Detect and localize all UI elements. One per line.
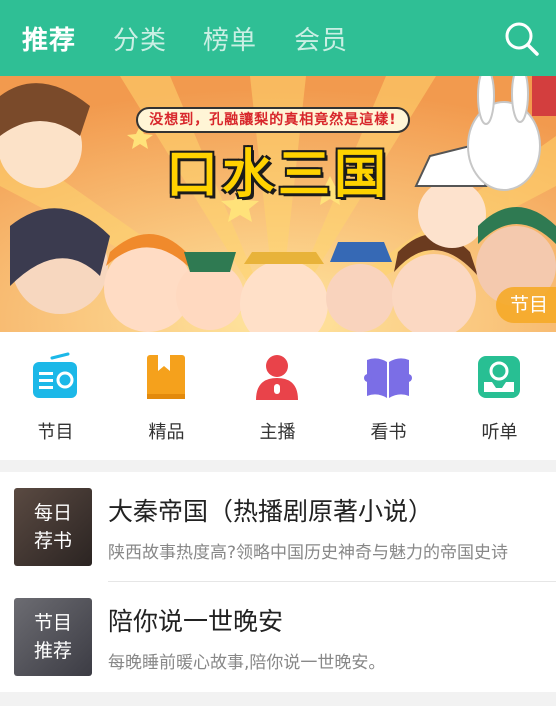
list-item[interactable]: 每日 荐书 大秦帝国（热播剧原著小说） 陕西故事热度高?领略中国历史神奇与魅力的… [0,472,556,582]
nav-item-premium[interactable]: 精品 [111,332,222,460]
nav-label-playlists: 听单 [481,422,518,443]
nav-item-read[interactable]: 看书 [333,332,444,460]
anchor-person-icon [252,352,302,402]
list-item-title: 大秦帝国（热播剧原著小说） [108,497,434,526]
nav-label-hosts: 主播 [259,422,296,443]
playlist-tray-icon [474,352,524,402]
thumb-line-2: 荐书 [33,530,72,552]
nav-label-premium: 精品 [148,422,185,443]
thumb-line-1: 每日 [33,502,72,524]
promo-banner[interactable]: 没想到，孔融讓梨的真相竟然是這樣! 口水三国 节目 [0,76,556,332]
banner-tag: 节目 [495,287,556,323]
list-item[interactable]: 节目 推荐 陪你说一世晚安 每晚睡前暖心故事,陪你说一世晚安。 [0,582,556,692]
open-book-icon [363,352,413,402]
radio-icon [30,352,80,402]
nav-item-playlists[interactable]: 听单 [444,332,555,460]
tab-member[interactable]: 会员 [294,20,348,57]
category-nav: 节目 精品 主播 看书 听单 [0,332,556,460]
nav-label-programs: 节目 [37,422,74,443]
tab-recommend[interactable]: 推荐 [22,20,76,57]
recommend-list: 每日 荐书 大秦帝国（热播剧原著小说） 陕西故事热度高?领略中国历史神奇与魅力的… [0,472,556,692]
nav-label-read: 看书 [370,422,407,443]
banner-headline: 没想到，孔融讓梨的真相竟然是這樣! [136,107,410,133]
nav-item-programs[interactable]: 节目 [0,332,111,460]
search-icon[interactable] [504,21,540,57]
list-thumbnail: 每日 荐书 [14,488,92,566]
list-item-desc: 每晚睡前暖心故事,陪你说一世晚安。 [108,653,386,673]
bookmark-book-icon [141,352,191,402]
thumb-line-1: 节目 [33,612,72,634]
thumb-line-2: 推荐 [33,640,72,662]
banner-logo: 口水三国 [165,145,390,205]
top-bar: 推荐 分类 榜单 会员 [0,0,556,76]
tab-category[interactable]: 分类 [113,20,167,57]
list-item-title: 陪你说一世晚安 [108,607,284,636]
list-item-desc: 陕西故事热度高?领略中国历史神奇与魅力的帝国史诗 [108,543,509,563]
list-thumbnail: 节目 推荐 [14,598,92,676]
nav-item-hosts[interactable]: 主播 [222,332,333,460]
tab-ranking[interactable]: 榜单 [203,20,257,57]
